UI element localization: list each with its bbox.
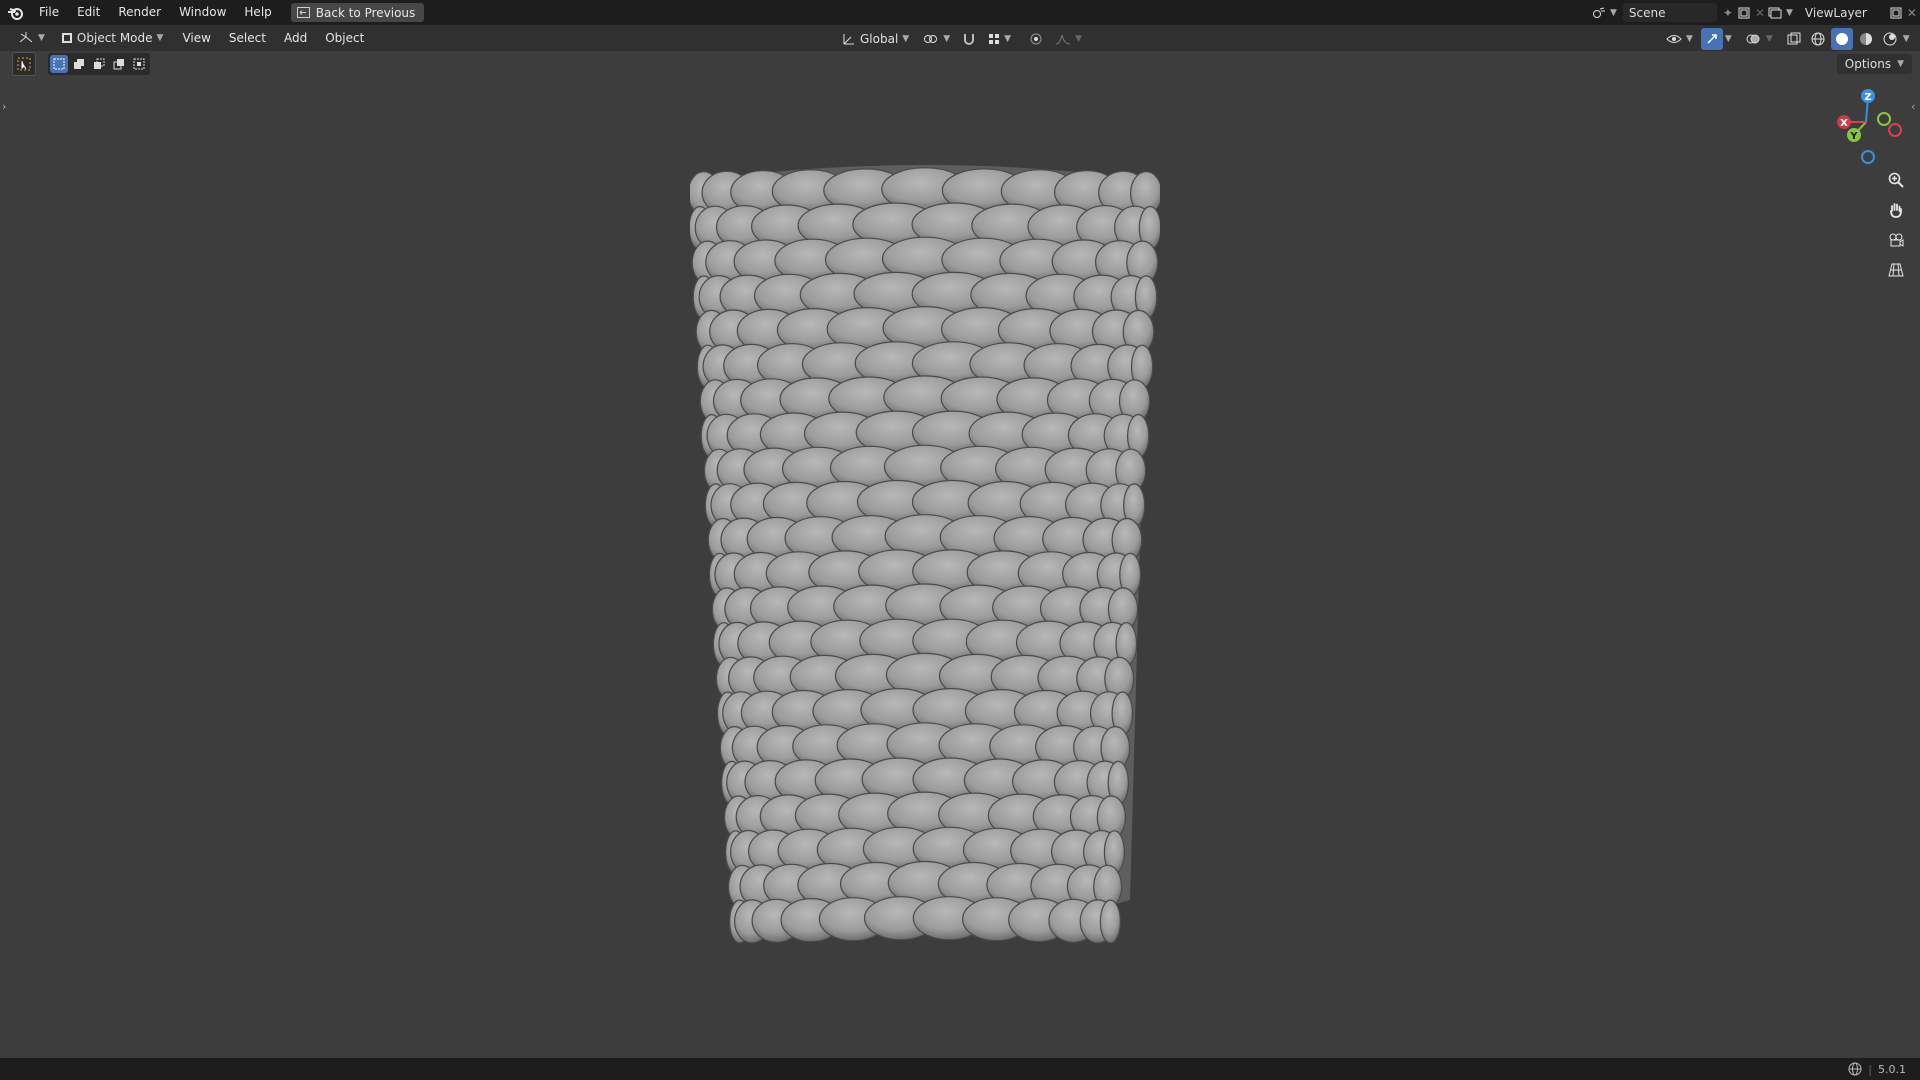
chevron-down-icon[interactable]: ▼ bbox=[1903, 34, 1910, 44]
object-mode-icon bbox=[61, 33, 72, 43]
chevron-down-icon: ▼ bbox=[943, 34, 951, 44]
proportional-editing-icon[interactable] bbox=[1025, 28, 1047, 50]
xray-toggle-icon[interactable] bbox=[1783, 28, 1805, 50]
visibility-dropdown[interactable]: ▼ bbox=[1660, 29, 1699, 49]
menu-help[interactable]: Help bbox=[235, 0, 280, 25]
chevron-down-icon[interactable]: ▼ bbox=[1766, 34, 1773, 44]
top-bar: File Edit Render Window Help Back to Pre… bbox=[0, 0, 1920, 25]
select-new-icon[interactable] bbox=[50, 55, 68, 73]
corn-kernels-group bbox=[690, 165, 1160, 944]
chevron-down-icon: ▼ bbox=[1686, 34, 1693, 44]
gizmo-neg-z-axis[interactable] bbox=[1861, 150, 1875, 164]
global-orientation-icon bbox=[843, 34, 854, 45]
scene-selector-icon[interactable] bbox=[1588, 2, 1610, 24]
new-viewlayer-icon[interactable] bbox=[1885, 2, 1907, 24]
perspective-grid-icon[interactable] bbox=[1880, 256, 1912, 284]
chevron-down-icon: ▼ bbox=[156, 33, 164, 43]
tweak-tool-icon[interactable] bbox=[12, 52, 36, 76]
options-label: Options bbox=[1844, 57, 1892, 71]
navigation-gizmo[interactable]: Z Y X bbox=[1830, 84, 1902, 164]
viewlayer-selector-icon[interactable] bbox=[1764, 2, 1786, 24]
close-viewlayer-icon[interactable]: ✕ bbox=[1907, 6, 1917, 20]
gizmo-neg-y-axis[interactable] bbox=[1877, 112, 1891, 126]
chevron-down-icon: ▼ bbox=[38, 33, 45, 43]
corn-kernel bbox=[1099, 899, 1121, 944]
gizmo-neg-x-axis[interactable] bbox=[1888, 123, 1902, 137]
options-dropdown[interactable]: Options ▼ bbox=[1836, 54, 1912, 74]
selection-mode-group bbox=[48, 53, 150, 75]
toolbar-expand-arrow-icon[interactable]: › bbox=[2, 100, 6, 113]
menu-file[interactable]: File bbox=[30, 0, 68, 25]
select-extend-icon[interactable] bbox=[70, 55, 88, 73]
gizmo-x-label: X bbox=[1840, 118, 1848, 129]
chevron-down-icon: ▼ bbox=[1897, 59, 1904, 69]
menu-edit[interactable]: Edit bbox=[68, 0, 109, 25]
editor-type-dropdown[interactable]: ▼ bbox=[12, 28, 51, 48]
select-invert-icon[interactable] bbox=[110, 55, 128, 73]
scene-name-label: Scene bbox=[1628, 5, 1666, 20]
menu-render[interactable]: Render bbox=[109, 0, 170, 25]
gizmo-toggle-icon[interactable] bbox=[1700, 28, 1723, 50]
shading-rendered-icon[interactable] bbox=[1879, 28, 1901, 50]
viewlayer-name-field[interactable]: ViewLayer bbox=[1799, 3, 1885, 22]
orientation-label: Global bbox=[860, 32, 899, 46]
status-bar: | 5.0.1 bbox=[0, 1058, 1920, 1080]
3d-viewport-icon bbox=[19, 32, 33, 43]
menu-add[interactable]: Add bbox=[275, 25, 316, 51]
pan-hand-icon[interactable] bbox=[1880, 196, 1912, 224]
scene-name-field[interactable]: Scene bbox=[1622, 3, 1717, 22]
chevron-down-icon[interactable]: ▼ bbox=[1610, 8, 1617, 18]
chevron-down-icon[interactable]: ▼ bbox=[1786, 8, 1793, 18]
tool-settings-row bbox=[12, 52, 150, 76]
object-mode-label: Object Mode bbox=[76, 31, 153, 45]
chevron-down-icon: ▼ bbox=[902, 34, 910, 44]
viewport-header: ▼ Object Mode ▼ View Select Add Object G… bbox=[0, 25, 1920, 51]
gizmo-y-label: Y bbox=[1849, 131, 1858, 142]
menu-select[interactable]: Select bbox=[220, 25, 275, 51]
menu-object[interactable]: Object bbox=[316, 25, 373, 51]
snap-toggle-icon[interactable] bbox=[958, 28, 980, 50]
overlays-toggle-icon[interactable] bbox=[1742, 28, 1764, 50]
back-icon bbox=[296, 7, 310, 18]
select-subtract-icon[interactable] bbox=[90, 55, 108, 73]
version-info: | 5.0.1 bbox=[1848, 1062, 1920, 1076]
camera-view-icon[interactable] bbox=[1880, 226, 1912, 254]
sidebar-expand-arrow-icon[interactable]: ‹ bbox=[1911, 100, 1915, 113]
select-intersect-icon[interactable] bbox=[130, 55, 148, 73]
viewlayer-name-label: ViewLayer bbox=[1804, 5, 1867, 20]
gizmo-z-label: Z bbox=[1864, 92, 1871, 103]
zoom-icon[interactable] bbox=[1880, 166, 1912, 194]
proportional-falloff-dropdown[interactable]: ▼ bbox=[1049, 29, 1088, 49]
snap-target-dropdown[interactable]: ▼ bbox=[982, 29, 1017, 49]
shading-wireframe-icon[interactable] bbox=[1807, 28, 1829, 50]
chevron-down-icon[interactable]: ▼ bbox=[1725, 34, 1732, 44]
transform-orientation-dropdown[interactable]: Global ▼ bbox=[836, 29, 915, 49]
menu-view[interactable]: View bbox=[173, 25, 219, 51]
shading-solid-icon[interactable] bbox=[1830, 28, 1853, 50]
chevron-down-icon: ▼ bbox=[1075, 34, 1082, 44]
version-label: 5.0.1 bbox=[1878, 1062, 1906, 1076]
back-to-previous-label: Back to Previous bbox=[315, 5, 416, 20]
globe-icon bbox=[1848, 1062, 1862, 1076]
eye-selectability-icon bbox=[1666, 35, 1682, 43]
pin-icon[interactable]: ✦ bbox=[1723, 6, 1733, 20]
chevron-down-icon: ▼ bbox=[1004, 34, 1012, 44]
pivot-point-dropdown[interactable]: ▼ bbox=[917, 29, 956, 49]
corn-cob-mesh[interactable] bbox=[690, 160, 1160, 950]
menu-window[interactable]: Window bbox=[170, 0, 235, 25]
snap-grid-icon bbox=[989, 34, 1000, 44]
object-mode-dropdown[interactable]: Object Mode ▼ bbox=[55, 28, 170, 48]
new-scene-icon[interactable] bbox=[1733, 2, 1755, 24]
pivot-link-icon bbox=[924, 35, 938, 43]
back-to-previous-button[interactable]: Back to Previous bbox=[290, 3, 425, 22]
falloff-curve-icon bbox=[1055, 34, 1071, 45]
shading-material-icon[interactable] bbox=[1855, 28, 1877, 50]
blender-logo-icon[interactable] bbox=[0, 0, 30, 25]
